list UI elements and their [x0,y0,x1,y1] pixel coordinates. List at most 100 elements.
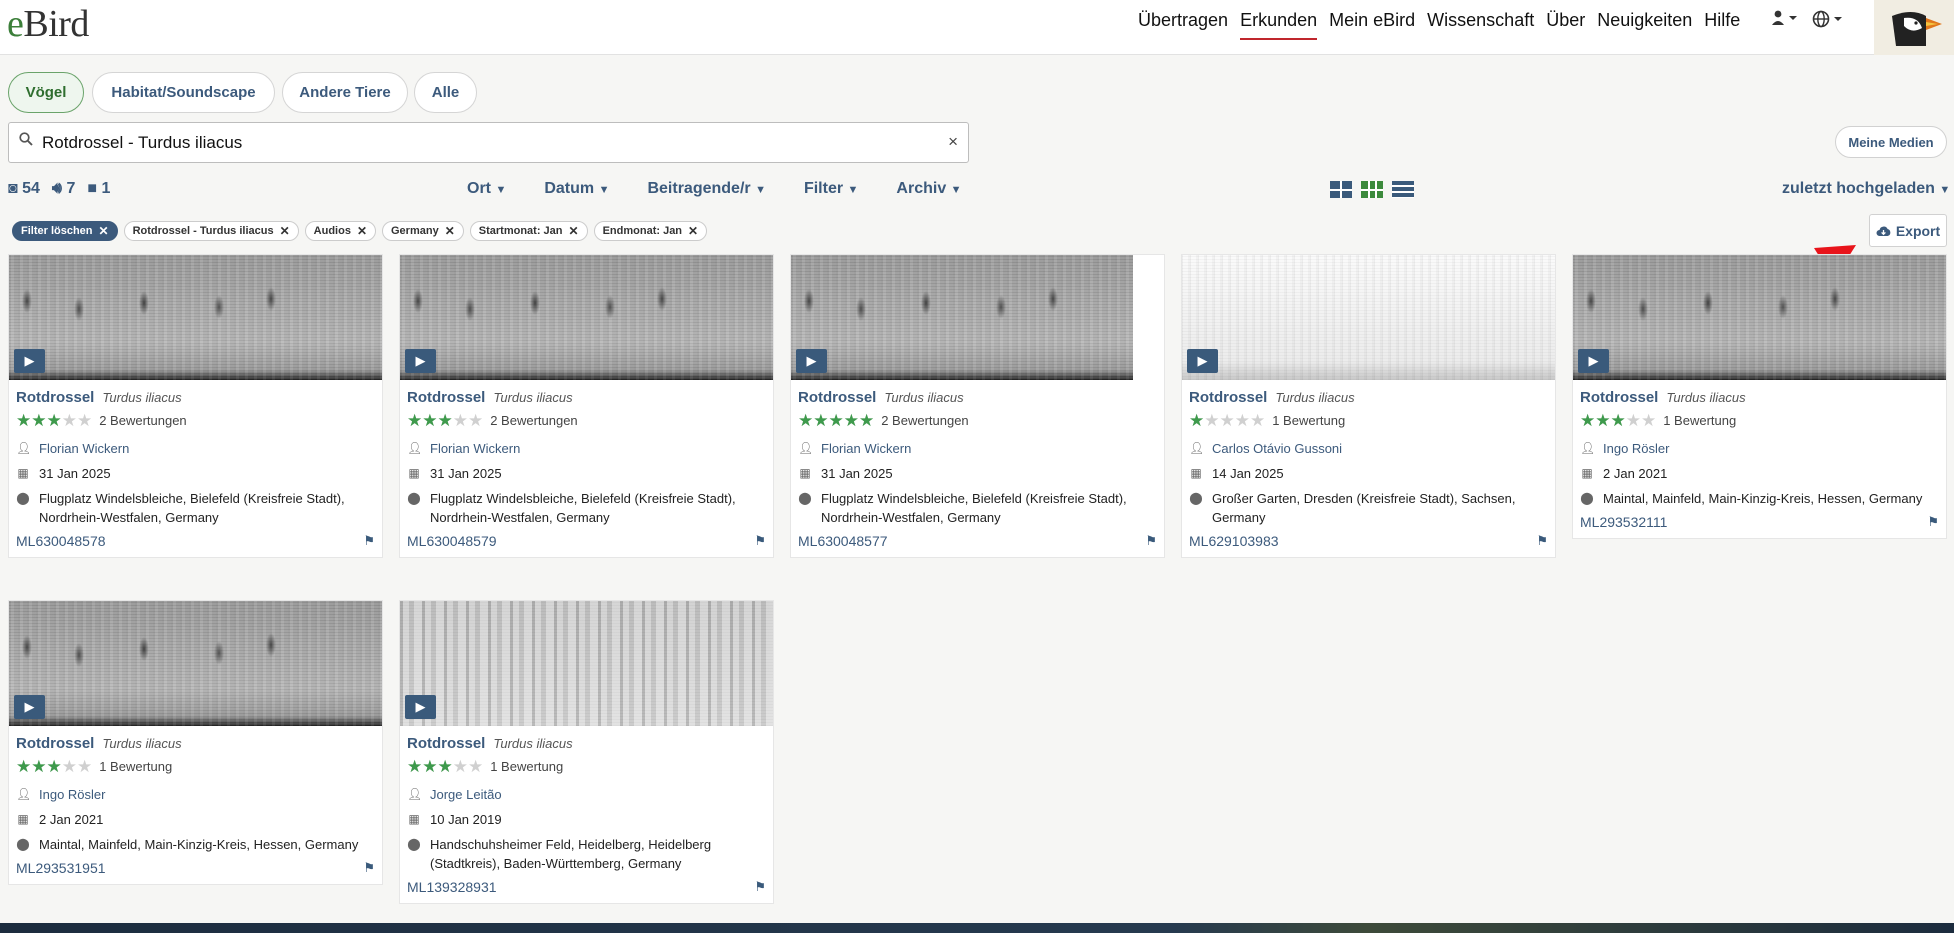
close-icon: ✕ [688,224,699,238]
user-menu[interactable] [1772,10,1798,33]
photo-count[interactable]: ◙ 54 [8,180,40,198]
observation-date: 31 Jan 2025 [821,466,893,481]
observation-date: 10 Jan 2019 [430,812,502,827]
play-icon[interactable]: ▶ [14,695,45,719]
ebird-logo[interactable]: eBird [7,2,89,46]
language-menu[interactable] [1812,10,1844,33]
meine-medien-button[interactable]: Meine Medien [1835,126,1947,158]
ml-catalog-link[interactable]: ML629103983 [1189,533,1279,549]
filter-chip-end-month[interactable]: Endmonat: Jan ✕ [593,221,708,241]
contributor-link[interactable]: Florian Wickern [39,439,129,458]
contributor-link[interactable]: Jorge Leitão [430,785,502,804]
contributor-link[interactable]: Florian Wickern [430,439,520,458]
play-icon[interactable]: ▶ [1187,349,1218,373]
flag-icon[interactable]: ⚑ [1536,533,1548,549]
spectrogram-thumbnail[interactable]: ▶ [9,601,382,726]
header-icons [1772,10,1844,33]
dropdown-archiv[interactable]: Archiv ▼ [896,180,961,198]
speaker-icon: 🔊︎ [51,180,63,197]
sort-dropdown[interactable]: zuletzt hochgeladen ▼ [1782,180,1950,198]
play-icon[interactable]: ▶ [405,695,436,719]
flag-icon[interactable]: ⚑ [754,879,766,895]
species-common-name[interactable]: Rotdrossel [407,389,485,406]
rating-count: 2 Bewertungen [99,413,187,428]
ml-catalog-link[interactable]: ML293532111 [1580,514,1667,530]
tab-andere-tiere[interactable]: Andere Tiere [282,72,408,113]
tab-alle[interactable]: Alle [414,72,477,113]
media-card[interactable]: ▶ Rotdrossel Turdus iliacus ★★★★★★★★★★ 1 B… [8,600,383,885]
audio-count[interactable]: 🔊︎ 7 [52,180,75,198]
species-common-name[interactable]: Rotdrossel [798,389,876,406]
contributor-link[interactable]: Ingo Rösler [1603,439,1669,458]
large-grid-view-icon[interactable] [1330,181,1352,198]
user-avatar[interactable] [1874,0,1954,55]
flag-icon[interactable]: ⚑ [363,860,375,876]
spectrogram-thumbnail[interactable]: ▶ [1573,255,1946,380]
flag-icon[interactable]: ⚑ [754,533,766,549]
nav-hilfe[interactable]: Hilfe [1704,10,1740,40]
media-card[interactable]: ▶ Rotdrossel Turdus iliacus ★★★★★★★★★★ 2 B… [399,254,774,558]
flag-icon[interactable]: ⚑ [1145,533,1157,549]
site-header: eBird Übertragen Erkunden Mein eBird Wis… [0,0,1954,55]
ml-catalog-link[interactable]: ML630048579 [407,533,497,549]
tab-vogel[interactable]: Vögel [8,72,84,113]
ml-catalog-link[interactable]: ML293531951 [16,860,106,876]
dropdown-filter[interactable]: Filter ▼ [804,180,858,198]
list-view-icon[interactable] [1392,181,1414,198]
contributor-link[interactable]: Florian Wickern [821,439,911,458]
contributor-link[interactable]: Ingo Rösler [39,785,105,804]
nav-ubertragen[interactable]: Übertragen [1138,10,1228,40]
species-scientific-name: Turdus iliacus [1666,390,1746,405]
star-rating: ★★★★★★★★★★ [16,757,93,776]
media-card[interactable]: ▶ Rotdrossel Turdus iliacus ★★★★★★★★★★ 1 B… [1181,254,1556,558]
play-icon[interactable]: ▶ [796,349,827,373]
ml-catalog-link[interactable]: ML630048577 [798,533,888,549]
calendar-icon: ▦ [1190,466,1202,480]
nav-mein-ebird[interactable]: Mein eBird [1329,10,1415,40]
clear-filters-chip[interactable]: Filter löschen ✕ [12,221,118,241]
species-common-name[interactable]: Rotdrossel [407,735,485,752]
filter-chip-country[interactable]: Germany ✕ [382,221,464,241]
rating-count: 2 Bewertungen [490,413,578,428]
media-card[interactable]: ▶ Rotdrossel Turdus iliacus ★★★★★★★★★★ 1 B… [399,600,774,904]
small-grid-view-icon[interactable] [1361,181,1383,198]
filter-chip-start-month[interactable]: Startmonat: Jan ✕ [469,221,588,241]
play-icon[interactable]: ▶ [14,349,45,373]
dropdown-beitragende[interactable]: Beitragende/r ▼ [647,180,765,198]
nav-uber[interactable]: Über [1546,10,1585,40]
media-card[interactable]: ▶ Rotdrossel Turdus iliacus ★★★★★★★★★★ 2 B… [790,254,1165,558]
filter-dropdowns: Ort ▼ Datum ▼ Beitragende/r ▼ Filter ▼ A… [467,180,962,198]
species-common-name[interactable]: Rotdrossel [1580,389,1658,406]
filter-chip-audios[interactable]: Audios ✕ [304,221,376,241]
nav-erkunden[interactable]: Erkunden [1240,10,1318,40]
play-icon[interactable]: ▶ [1578,349,1609,373]
spectrogram-thumbnail[interactable]: ▶ [400,255,773,380]
tab-habitat-soundscape[interactable]: Habitat/Soundscape [92,72,275,113]
spectrogram-thumbnail[interactable]: ▶ [400,601,773,726]
flag-icon[interactable]: ⚑ [363,533,375,549]
filter-chip-species[interactable]: Rotdrossel - Turdus iliacus ✕ [123,221,299,241]
ml-catalog-link[interactable]: ML630048578 [16,533,106,549]
clear-search-button[interactable]: × [948,132,958,152]
spectrogram-thumbnail[interactable]: ▶ [9,255,382,380]
ml-catalog-link[interactable]: ML139328931 [407,879,497,895]
species-common-name[interactable]: Rotdrossel [1189,389,1267,406]
dropdown-datum[interactable]: Datum ▼ [544,180,609,198]
nav-neuigkeiten[interactable]: Neuigkeiten [1597,10,1692,40]
nav-wissenschaft[interactable]: Wissenschaft [1427,10,1534,40]
chevron-down-icon: ▼ [950,184,962,196]
video-count[interactable]: ■ 1 [87,180,110,198]
spectrogram-thumbnail[interactable]: ▶ [791,255,1133,380]
contributor-link[interactable]: Carlos Otávio Gussoni [1212,439,1342,458]
flag-icon[interactable]: ⚑ [1927,514,1939,530]
play-icon[interactable]: ▶ [405,349,436,373]
species-search[interactable]: Rotdrossel - Turdus iliacus × [8,122,969,163]
spectrogram-thumbnail[interactable]: ▶ [1182,255,1555,380]
species-common-name[interactable]: Rotdrossel [16,389,94,406]
media-card[interactable]: ▶ Rotdrossel Turdus iliacus ★★★★★★★★★★ 1 B… [1572,254,1947,539]
species-common-name[interactable]: Rotdrossel [16,735,94,752]
export-button[interactable]: Export [1869,214,1947,247]
media-card[interactable]: ▶ Rotdrossel Turdus iliacus ★★★★★★★★★★ 2 B… [8,254,383,558]
location-pin-icon: ⬤ [407,837,421,851]
dropdown-ort[interactable]: Ort ▼ [467,180,506,198]
